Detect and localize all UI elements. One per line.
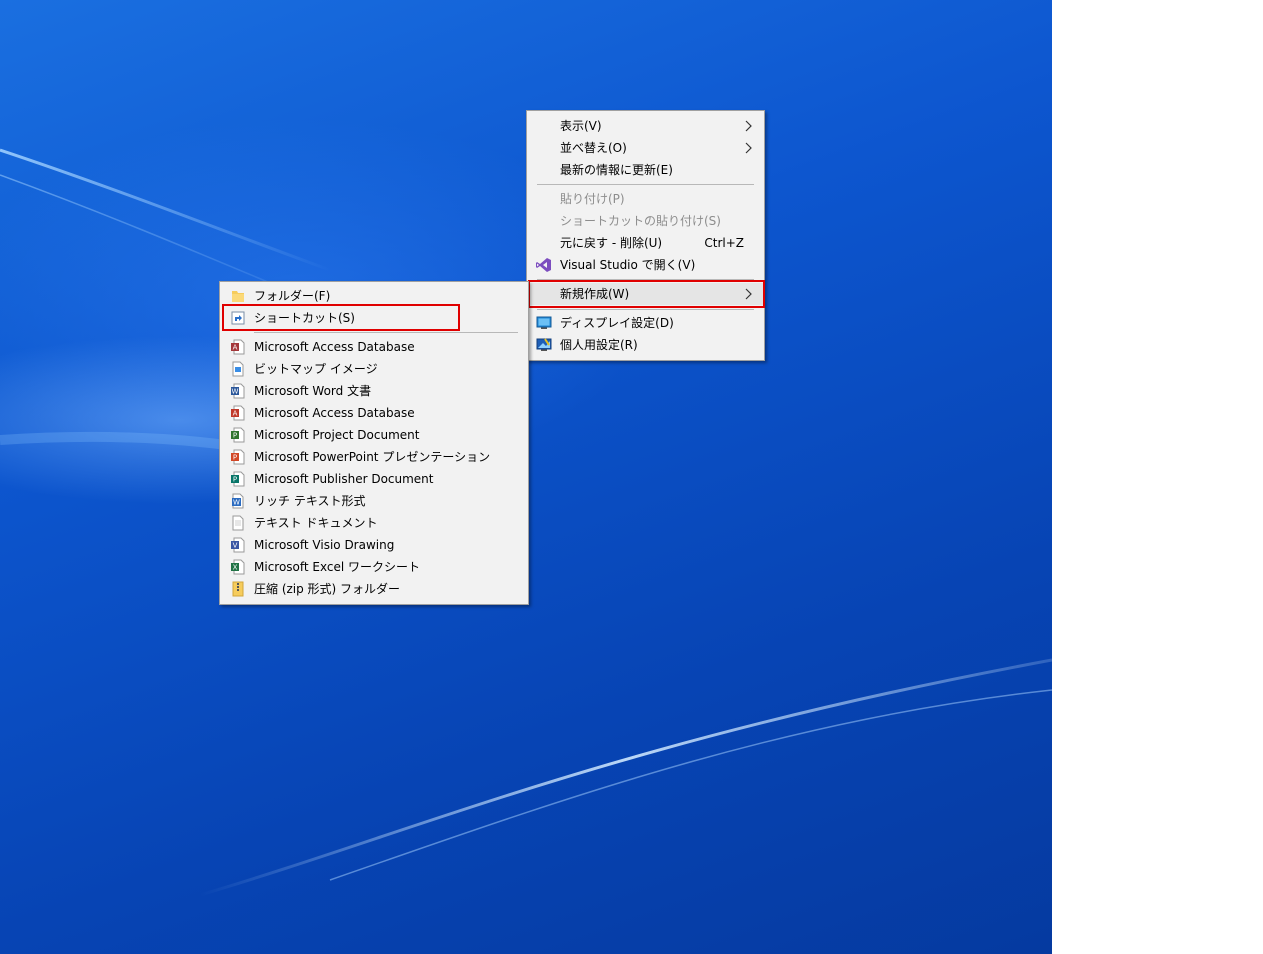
bitmap-file-icon — [232, 361, 244, 377]
menu-item-undo-delete[interactable]: 元に戻す - 削除(U) Ctrl+Z — [527, 232, 764, 254]
chevron-right-icon — [745, 142, 752, 154]
submenu-item-rich-text[interactable]: W リッチ テキスト形式 — [220, 490, 528, 512]
submenu-item-excel-worksheet[interactable]: X Microsoft Excel ワークシート — [220, 556, 528, 578]
rtf-file-icon: W — [232, 493, 244, 509]
submenu-item-zip-folder[interactable]: 圧縮 (zip 形式) フォルダー — [220, 578, 528, 600]
publisher-file-icon: P — [231, 471, 245, 487]
submenu-item-label: テキスト ドキュメント — [254, 516, 378, 530]
menu-item-label: ディスプレイ設定(D) — [560, 316, 674, 330]
svg-text:W: W — [232, 388, 239, 396]
menu-item-paste[interactable]: 貼り付け(P) — [527, 188, 764, 210]
display-settings-icon — [536, 316, 552, 329]
svg-text:P: P — [233, 476, 237, 484]
menu-item-label: 貼り付け(P) — [560, 192, 625, 206]
submenu-item-label: 圧縮 (zip 形式) フォルダー — [254, 582, 401, 596]
svg-text:A: A — [233, 344, 238, 352]
submenu-item-visio-drawing[interactable]: V Microsoft Visio Drawing — [220, 534, 528, 556]
personalize-icon — [536, 338, 552, 351]
menu-separator — [254, 332, 518, 333]
menu-item-view[interactable]: 表示(V) — [527, 115, 764, 137]
visual-studio-icon — [536, 258, 551, 272]
submenu-item-label: Microsoft Access Database — [254, 340, 415, 354]
powerpoint-file-icon: P — [231, 449, 245, 465]
folder-icon — [232, 291, 244, 302]
menu-item-label: Visual Studio で開く(V) — [560, 258, 696, 272]
submenu-item-access-database-2[interactable]: A Microsoft Access Database — [220, 402, 528, 424]
menu-item-label: 個人用設定(R) — [560, 338, 638, 352]
highlight-box-shortcut — [222, 304, 460, 331]
text-file-icon — [232, 515, 244, 531]
menu-item-sort[interactable]: 並べ替え(O) — [527, 137, 764, 159]
svg-text:P: P — [233, 454, 237, 462]
chevron-right-icon — [745, 120, 752, 132]
submenu-item-powerpoint[interactable]: P Microsoft PowerPoint プレゼンテーション — [220, 446, 528, 468]
submenu-item-label: リッチ テキスト形式 — [254, 494, 366, 508]
desktop-context-menu: 表示(V) 並べ替え(O) 最新の情報に更新(E) 貼り付け(P) ショートカッ… — [526, 110, 765, 361]
submenu-item-publisher[interactable]: P Microsoft Publisher Document — [220, 468, 528, 490]
submenu-item-label: Microsoft Access Database — [254, 406, 415, 420]
menu-item-paste-shortcut[interactable]: ショートカットの貼り付け(S) — [527, 210, 764, 232]
project-file-icon: P — [231, 427, 245, 443]
svg-text:X: X — [233, 564, 238, 572]
excel-file-icon: X — [231, 559, 245, 575]
access-file-icon: A — [231, 405, 245, 421]
submenu-item-text-document[interactable]: テキスト ドキュメント — [220, 512, 528, 534]
menu-item-label: 元に戻す - 削除(U) — [560, 236, 663, 250]
submenu-item-label: Microsoft Publisher Document — [254, 472, 434, 486]
submenu-item-label: ビットマップ イメージ — [254, 362, 378, 376]
access-file-icon: A — [231, 339, 245, 355]
svg-text:W: W — [233, 499, 240, 507]
submenu-item-bitmap-image[interactable]: ビットマップ イメージ — [220, 358, 528, 380]
menu-item-shortcut: Ctrl+Z — [704, 236, 744, 250]
menu-item-open-visual-studio[interactable]: Visual Studio で開く(V) — [527, 254, 764, 276]
menu-item-label: ショートカットの貼り付け(S) — [560, 214, 721, 228]
menu-item-label: 最新の情報に更新(E) — [560, 163, 673, 177]
submenu-item-label: Microsoft Excel ワークシート — [254, 560, 421, 574]
submenu-item-label: Microsoft Project Document — [254, 428, 420, 442]
svg-text:A: A — [233, 410, 238, 418]
menu-item-label: 表示(V) — [560, 119, 602, 133]
menu-separator — [537, 184, 754, 185]
zip-folder-icon — [232, 581, 244, 597]
submenu-item-label: Microsoft Word 文書 — [254, 384, 372, 398]
menu-item-refresh[interactable]: 最新の情報に更新(E) — [527, 159, 764, 181]
menu-item-display-settings[interactable]: ディスプレイ設定(D) — [527, 312, 764, 334]
highlight-box-new — [528, 280, 765, 308]
word-file-icon: W — [231, 383, 245, 399]
menu-item-label: 並べ替え(O) — [560, 141, 627, 155]
submenu-item-word-document[interactable]: W Microsoft Word 文書 — [220, 380, 528, 402]
menu-item-personalize[interactable]: 個人用設定(R) — [527, 334, 764, 356]
submenu-item-access-database[interactable]: A Microsoft Access Database — [220, 336, 528, 358]
submenu-item-label: Microsoft PowerPoint プレゼンテーション — [254, 450, 491, 464]
menu-separator — [537, 309, 754, 310]
submenu-item-label: Microsoft Visio Drawing — [254, 538, 395, 552]
svg-text:V: V — [233, 542, 238, 550]
svg-text:P: P — [233, 432, 237, 440]
visio-file-icon: V — [231, 537, 245, 553]
submenu-item-project-document[interactable]: P Microsoft Project Document — [220, 424, 528, 446]
